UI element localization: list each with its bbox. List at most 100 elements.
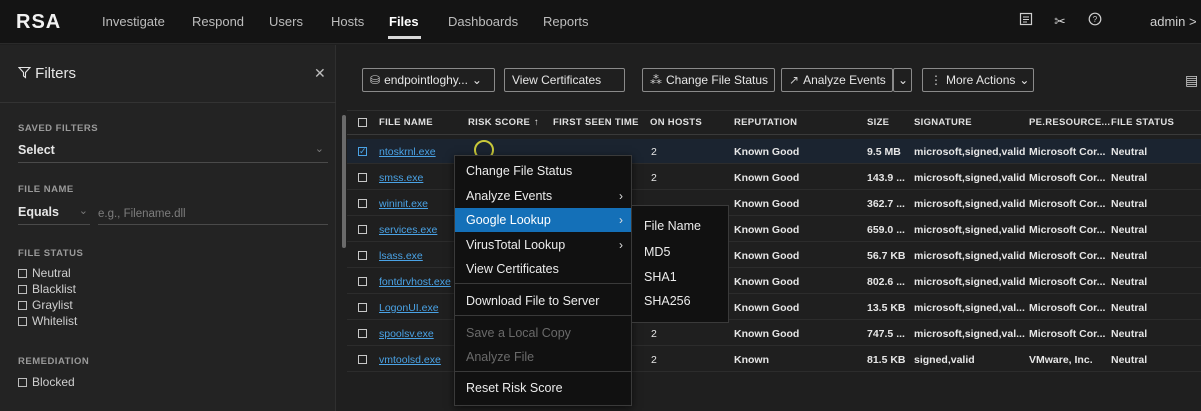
more-actions-button[interactable]: ⋮ More Actions ⌄ [922,68,1034,92]
col-reputation[interactable]: REPUTATION [734,117,797,128]
file-status-whitelist[interactable]: Whitelist [18,314,77,328]
row-checkbox[interactable] [358,277,367,286]
submenu-sha1[interactable]: SHA1 [632,265,728,289]
file-name-link[interactable]: vmtoolsd.exe [379,354,451,366]
file-name-link[interactable]: smss.exe [379,172,459,184]
pe-resource: Microsoft Cor... [1029,224,1106,236]
nav-investigate[interactable]: Investigate [102,14,165,29]
file-status: Neutral [1111,198,1148,210]
checkbox[interactable] [18,301,27,310]
file-name-link[interactable]: lsass.exe [379,250,459,262]
reputation: Known Good [734,224,800,236]
pe-resource: VMware, Inc. [1029,354,1093,366]
menu-download-file-to-server[interactable]: Download File to Server [455,289,631,313]
notes-icon[interactable] [1016,11,1036,31]
submenu-sha256[interactable]: SHA256 [632,289,728,313]
file-name-link[interactable]: LogonUI.exe [379,302,451,314]
col-signature[interactable]: SIGNATURE [914,117,972,128]
column-settings-icon[interactable]: ▤ [1185,72,1198,89]
analyze-events-dropdown[interactable]: ⌄ [893,68,912,92]
filters-scrollbar[interactable] [342,115,346,248]
select-all-checkbox[interactable] [358,118,367,127]
row-checkbox[interactable] [358,303,367,312]
close-icon[interactable]: ✕ [314,65,326,82]
menu-google-lookup[interactable]: Google Lookup › [455,208,631,232]
chevron-right-icon: › [619,238,623,252]
nav-hosts[interactable]: Hosts [331,14,364,29]
file-status: Neutral [1111,224,1148,236]
pe-resource: Microsoft Cor... [1029,250,1106,262]
filters-title: Filters [17,65,77,82]
change-file-status-button[interactable]: ⁂ Change File Status [642,68,775,92]
reputation: Known Good [734,250,800,262]
help-icon[interactable]: ? [1085,11,1105,31]
checkbox[interactable] [18,378,27,387]
file-status-neutral[interactable]: Neutral [18,266,71,280]
nav-respond[interactable]: Respond [192,14,244,29]
row-checkbox[interactable] [358,225,367,234]
file-status: Neutral [1111,172,1148,184]
col-pe-resource[interactable]: PE.RESOURCE... [1029,117,1110,128]
file-name-link[interactable]: fontdrvhost.exe [379,276,451,288]
service-selector-button[interactable]: ⛁ endpointloghy... ⌄ [362,68,495,92]
row-checkbox[interactable] [358,355,367,364]
nav-dashboards[interactable]: Dashboards [448,14,518,29]
pe-resource: Microsoft Cor... [1029,198,1106,210]
nav-reports[interactable]: Reports [543,14,589,29]
file-name-label: FILE NAME [18,184,74,195]
reputation: Known [734,354,769,366]
file-name-link[interactable]: spoolsv.exe [379,328,451,340]
col-risk-score[interactable]: RISK SCORE [468,117,530,128]
signature: signed,valid [914,354,975,366]
menu-reset-risk-score[interactable]: Reset Risk Score [455,376,631,400]
checkbox[interactable] [18,317,27,326]
checkbox[interactable] [18,285,27,294]
row-checkbox[interactable] [358,329,367,338]
file-name-link[interactable]: wininit.exe [379,198,459,210]
user-menu[interactable]: admin > [1150,14,1197,29]
col-size[interactable]: SIZE [867,117,889,128]
file-name-input[interactable] [98,203,328,225]
file-name-operator-select[interactable]: Equals ⌄ [18,203,90,225]
nav-users[interactable]: Users [269,14,303,29]
tools-icon[interactable]: ✂ [1050,11,1070,31]
row-checkbox[interactable] [358,251,367,260]
row-checkbox[interactable]: ✓ [358,147,367,156]
file-status: Neutral [1111,354,1148,366]
signature: microsoft,signed,valid [914,172,1026,184]
menu-view-certificates[interactable]: View Certificates [455,257,631,281]
col-file-status[interactable]: FILE STATUS [1111,117,1174,128]
analyze-events-button[interactable]: ↗ Analyze Events [781,68,893,92]
file-status-blacklist[interactable]: Blacklist [18,282,76,296]
saved-filters-select[interactable]: Select ⌄ [18,141,328,163]
menu-change-file-status[interactable]: Change File Status [455,159,631,183]
size: 659.0 ... [867,224,905,236]
col-on-hosts[interactable]: ON HOSTS [650,117,702,128]
remediation-blocked[interactable]: Blocked [18,375,75,389]
top-navigation-bar: RSA Investigate Respond Users Hosts File… [0,0,1201,44]
file-status: Neutral [1111,302,1148,314]
pe-resource: Microsoft Cor... [1029,146,1106,158]
submenu-file-name[interactable]: File Name [632,214,728,238]
size: 143.9 ... [867,172,905,184]
col-first-seen-time[interactable]: FIRST SEEN TIME [553,117,639,128]
nav-files[interactable]: Files [389,14,419,29]
active-tab-indicator [388,36,421,39]
file-status-graylist[interactable]: Graylist [18,298,73,312]
checkbox[interactable] [18,269,27,278]
col-file-name[interactable]: FILE NAME [379,117,433,128]
menu-virustotal-lookup[interactable]: VirusTotal Lookup › [455,233,631,257]
row-checkbox[interactable] [358,199,367,208]
file-name-link[interactable]: services.exe [379,224,459,236]
rsa-logo[interactable]: RSA [16,11,61,34]
reputation: Known Good [734,198,800,210]
submenu-md5[interactable]: MD5 [632,240,728,264]
filters-title-text: Filters [35,65,77,82]
on-hosts: 2 [651,172,657,184]
view-certificates-button[interactable]: View Certificates [504,68,625,92]
menu-analyze-events[interactable]: Analyze Events › [455,184,631,208]
sort-ascending-icon[interactable]: ↑ [534,117,539,128]
row-checkbox[interactable] [358,173,367,182]
remediation-label: REMEDIATION [18,356,90,367]
file-name-link[interactable]: ntoskrnl.exe [379,146,459,158]
